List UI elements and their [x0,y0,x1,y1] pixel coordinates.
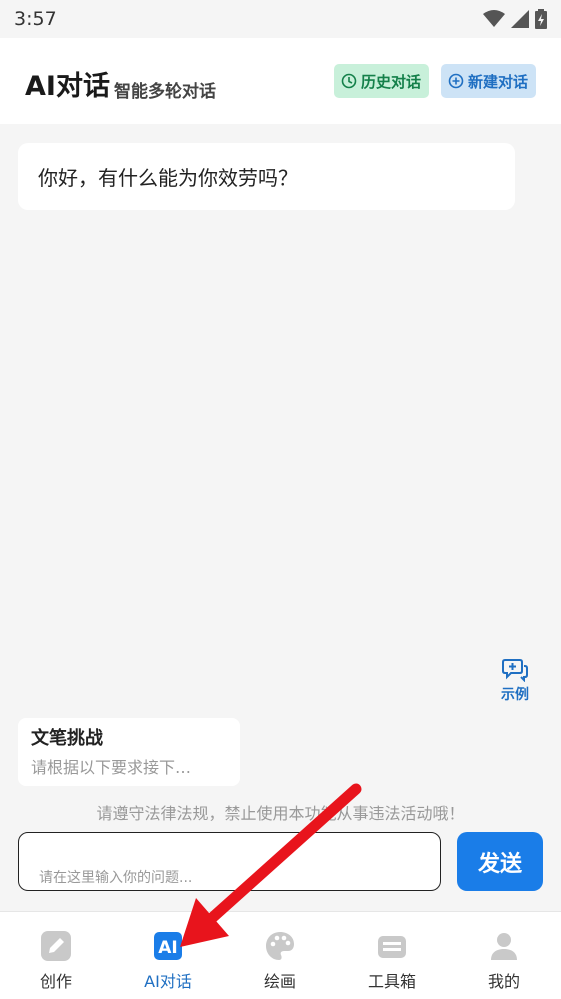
page-title: AI对话 [25,71,110,102]
nav-item-profile[interactable]: 我的 [464,930,544,992]
page-subtitle: 智能多轮对话 [114,82,216,102]
example-label: 示例 [501,687,529,703]
status-icons [483,9,547,29]
nav-label-paint: 绘画 [263,972,296,991]
svg-text:AI: AI [158,938,177,958]
history-chat-label: 历史对话 [361,72,422,91]
bottom-nav: 创作 AI AI对话 绘画 工具箱 我的 [0,911,561,999]
pencil-icon [41,931,71,961]
nav-label-create: 创作 [39,972,72,991]
legal-notice: 请遵守法律法规，禁止使用本功能从事违法活动哦！ [96,804,465,823]
suggestion-card-description: 请根据以下要求接下… [31,758,192,777]
nav-item-create[interactable]: 创作 [16,930,96,992]
nav-item-toolbox[interactable]: 工具箱 [352,930,432,992]
palette-icon [266,932,294,960]
wifi-icon [483,10,505,27]
nav-item-paint[interactable]: 绘画 [240,930,320,992]
history-chat-button[interactable]: 历史对话 [334,64,429,98]
nav-item-ai-chat[interactable]: AI AI对话 [128,930,208,992]
assistant-message: 你好，有什么能为你效劳吗？ [18,143,515,210]
question-input[interactable] [18,832,441,891]
send-button[interactable]: 发送 [457,832,543,891]
app-header: AI对话 智能多轮对话 历史对话 新建对话 [0,38,561,124]
ai-icon: AI [154,932,182,960]
nav-label-toolbox: 工具箱 [367,972,416,991]
nav-label-ai-chat: AI对话 [144,972,192,991]
nav-label-profile: 我的 [487,972,520,991]
toolbox-icon [378,936,406,958]
plus-circle-icon [448,73,464,89]
profile-icon [491,933,517,960]
suggestion-card[interactable]: 文笔挑战 请根据以下要求接下… [18,718,240,786]
assistant-message-text: 你好，有什么能为你效劳吗？ [38,166,298,190]
status-time: 3:57 [14,8,57,30]
new-chat-label: 新建对话 [468,72,529,91]
chat-plus-icon [502,659,528,682]
status-bar: 3:57 [0,0,561,38]
suggestion-card-title: 文笔挑战 [31,728,103,749]
battery-icon [535,9,547,29]
new-chat-button[interactable]: 新建对话 [441,64,536,98]
signal-icon [511,10,529,28]
clock-icon [341,73,357,89]
example-button[interactable]: 示例 [497,658,533,704]
